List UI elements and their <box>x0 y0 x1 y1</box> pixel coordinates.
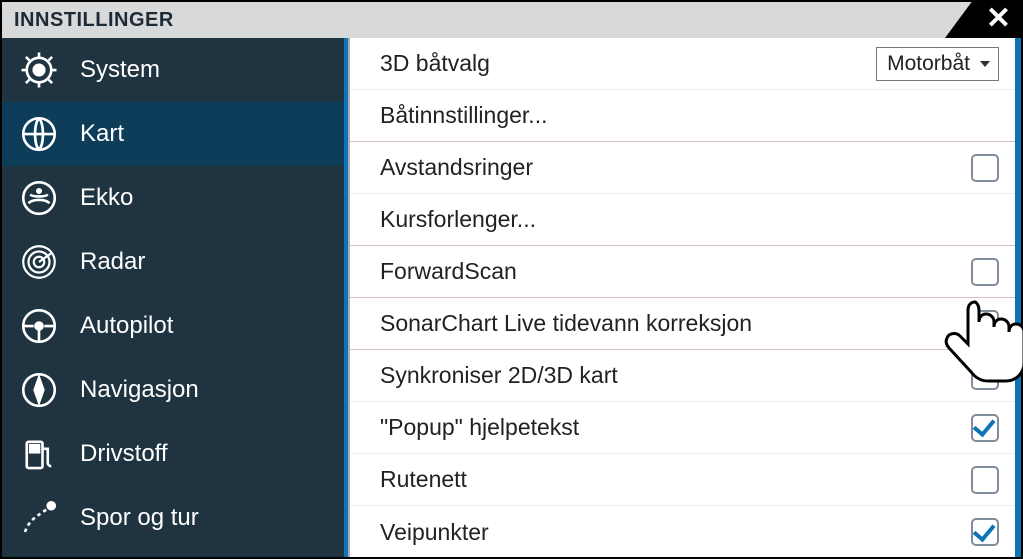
checkbox-forwardscan[interactable] <box>971 258 999 286</box>
close-icon: ✕ <box>986 4 1011 34</box>
row-sync-2d3d[interactable]: Synkroniser 2D/3D kart <box>350 350 1021 402</box>
sidebar-item-label: Radar <box>80 248 145 276</box>
dropdown-3d-boat[interactable]: Motorbåt <box>876 47 999 81</box>
label-popup: "Popup" hjelpetekst <box>380 414 971 441</box>
row-range-rings[interactable]: Avstandsringer <box>350 142 1021 194</box>
sidebar-item-label: Kart <box>80 120 124 148</box>
sidebar-item-navigation[interactable]: Navigasjon <box>2 358 344 422</box>
row-sonarchart[interactable]: SonarChart Live tidevann korreksjon <box>350 298 1021 350</box>
titlebar-text: INNSTILLINGER <box>14 9 174 32</box>
content-pane: 3D båtvalg Motorbåt Båtinnstillinger... … <box>348 38 1021 557</box>
track-icon <box>18 497 60 539</box>
row-boat-settings[interactable]: Båtinnstillinger... <box>350 90 1021 142</box>
row-3d-boat[interactable]: 3D båtvalg Motorbåt <box>350 38 1021 90</box>
checkbox-range-rings[interactable] <box>971 154 999 182</box>
label-boat-settings: Båtinnstillinger... <box>380 102 999 129</box>
row-grid[interactable]: Rutenett <box>350 454 1021 506</box>
checkbox-popup[interactable] <box>971 414 999 442</box>
sidebar-item-radar[interactable]: Radar <box>2 230 344 294</box>
checkbox-sync-2d3d[interactable] <box>971 362 999 390</box>
label-forwardscan: ForwardScan <box>380 258 971 285</box>
checkbox-grid[interactable] <box>971 466 999 494</box>
label-grid: Rutenett <box>380 466 971 493</box>
label-course-ext: Kursforlenger... <box>380 206 999 233</box>
compass-icon <box>18 369 60 411</box>
sidebar-item-label: Autopilot <box>80 312 173 340</box>
gear-icon <box>18 49 60 91</box>
steering-icon <box>18 305 60 347</box>
label-sync-2d3d: Synkroniser 2D/3D kart <box>380 362 971 389</box>
row-course-ext[interactable]: Kursforlenger... <box>350 194 1021 246</box>
row-forwardscan[interactable]: ForwardScan <box>350 246 1021 298</box>
sidebar-item-tracks[interactable]: Spor og tur <box>2 486 344 550</box>
sidebar: System Kart <box>2 38 348 557</box>
sidebar-item-fuel[interactable]: Drivstoff <box>2 422 344 486</box>
sidebar-item-label: Drivstoff <box>80 440 168 468</box>
globe-icon <box>18 113 60 155</box>
row-waypoints[interactable]: Veipunkter <box>350 506 1021 558</box>
sidebar-item-echo[interactable]: Ekko <box>2 166 344 230</box>
body: System Kart <box>2 38 1021 557</box>
checkbox-sonarchart[interactable] <box>971 310 999 338</box>
sonar-icon <box>18 177 60 219</box>
radar-icon <box>18 241 60 283</box>
sidebar-item-chart[interactable]: Kart <box>2 102 344 166</box>
sidebar-item-label: System <box>80 56 160 84</box>
fuel-icon <box>18 433 60 475</box>
close-button[interactable]: ✕ <box>945 0 1023 38</box>
row-popup[interactable]: "Popup" hjelpetekst <box>350 402 1021 454</box>
sidebar-item-label: Navigasjon <box>80 376 199 404</box>
sidebar-item-label: Spor og tur <box>80 504 199 532</box>
sidebar-item-autopilot[interactable]: Autopilot <box>2 294 344 358</box>
scrollbar[interactable] <box>1015 38 1021 557</box>
label-3d-boat: 3D båtvalg <box>380 50 876 77</box>
checkbox-waypoints[interactable] <box>971 518 999 546</box>
label-range-rings: Avstandsringer <box>380 154 971 181</box>
label-waypoints: Veipunkter <box>380 519 971 546</box>
sidebar-item-label: Ekko <box>80 184 133 212</box>
settings-window: INNSTILLINGER ✕ System <box>0 0 1023 559</box>
titlebar: INNSTILLINGER ✕ <box>2 2 1021 38</box>
label-sonarchart: SonarChart Live tidevann korreksjon <box>380 310 971 337</box>
sidebar-item-system[interactable]: System <box>2 38 344 102</box>
